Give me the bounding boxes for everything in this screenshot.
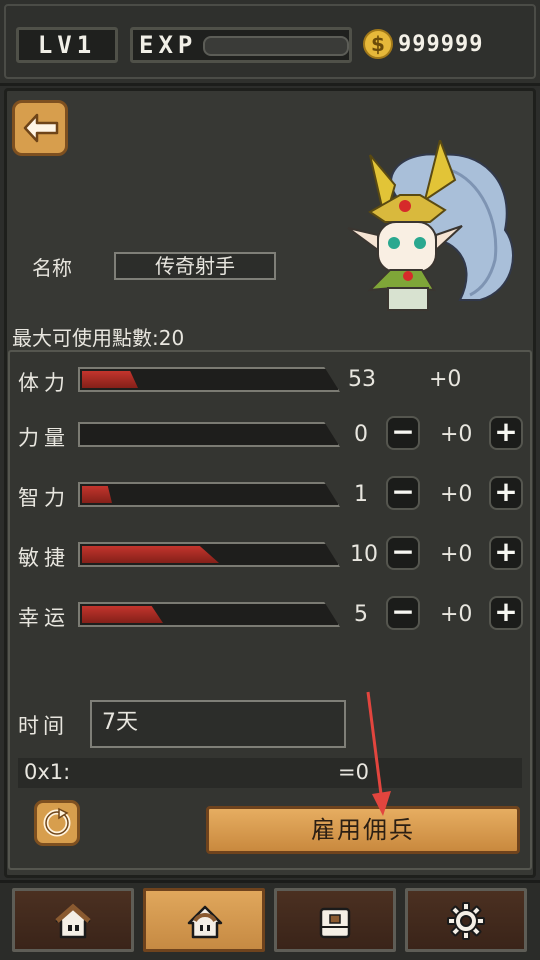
cost-row: [18, 758, 522, 788]
nav-inventory-button[interactable]: [274, 888, 396, 952]
increase-agility-button[interactable]: +: [489, 536, 523, 570]
time-label: 时间: [18, 714, 68, 738]
refresh-icon: [43, 807, 71, 837]
stat-bonus-luck: +0: [440, 602, 473, 627]
stat-bonus-agility: +0: [440, 542, 473, 567]
decrease-agility-button[interactable]: −: [386, 536, 420, 570]
time-field: 7天: [90, 700, 346, 748]
decrease-luck-button[interactable]: −: [386, 596, 420, 630]
nav-character-button[interactable]: [143, 888, 265, 952]
stat-label-luck: 幸运: [18, 606, 70, 630]
nav-home-button[interactable]: [12, 888, 134, 952]
decrease-strength-button[interactable]: −: [386, 416, 420, 450]
max-points-text: 最大可使用點數:20: [12, 326, 185, 350]
gold-amount: 999999: [398, 32, 484, 57]
stat-value-stamina: 53: [348, 367, 376, 392]
stat-label-strength: 力量: [18, 426, 70, 450]
stat-bar-strength: [78, 422, 340, 447]
house-icon: [55, 903, 91, 939]
stat-label-agility: 敏捷: [18, 546, 70, 570]
exp-bar: EXP: [130, 27, 352, 63]
stat-bar-luck: [78, 602, 340, 627]
chest-icon: [319, 907, 351, 939]
level-badge: LV1: [16, 27, 118, 63]
cost-formula: 0x1:: [24, 760, 71, 784]
stat-value-intelligence: 1: [354, 482, 368, 507]
stat-bonus-strength: +0: [440, 422, 473, 447]
stat-label-intelligence: 智力: [18, 486, 70, 510]
exp-label: EXP: [139, 31, 198, 59]
stat-bar-intelligence: [78, 482, 340, 507]
stat-bonus-intelligence: +0: [440, 482, 473, 507]
stat-bar-stamina: [78, 367, 340, 392]
stat-bonus-stamina: +0: [429, 367, 462, 392]
refresh-button[interactable]: [34, 800, 80, 846]
name-field: 传奇射手: [114, 252, 276, 280]
stat-value-agility: 10: [350, 542, 378, 567]
coin-icon: $: [363, 29, 393, 59]
back-arrow-icon: [23, 113, 59, 143]
stat-bar-fill: [82, 546, 219, 563]
nav-settings-button[interactable]: [405, 888, 527, 952]
exp-progress: [203, 36, 349, 56]
increase-luck-button[interactable]: +: [489, 596, 523, 630]
name-label: 名称: [32, 256, 72, 280]
stat-bar-fill: [82, 371, 138, 388]
increase-intelligence-button[interactable]: +: [489, 476, 523, 510]
stat-value-luck: 5: [354, 602, 368, 627]
increase-strength-button[interactable]: +: [489, 416, 523, 450]
back-button[interactable]: [12, 100, 68, 156]
stat-bar-fill: [82, 486, 112, 503]
stat-label-stamina: 体力: [18, 371, 70, 395]
decrease-intelligence-button[interactable]: −: [386, 476, 420, 510]
character-portrait: [347, 140, 514, 311]
stat-bar-agility: [78, 542, 340, 567]
stat-bar-fill: [82, 606, 163, 623]
annotation-arrow: [366, 691, 391, 816]
character-icon: [187, 905, 223, 939]
gear-icon: [447, 902, 485, 940]
stat-value-strength: 0: [354, 422, 368, 447]
